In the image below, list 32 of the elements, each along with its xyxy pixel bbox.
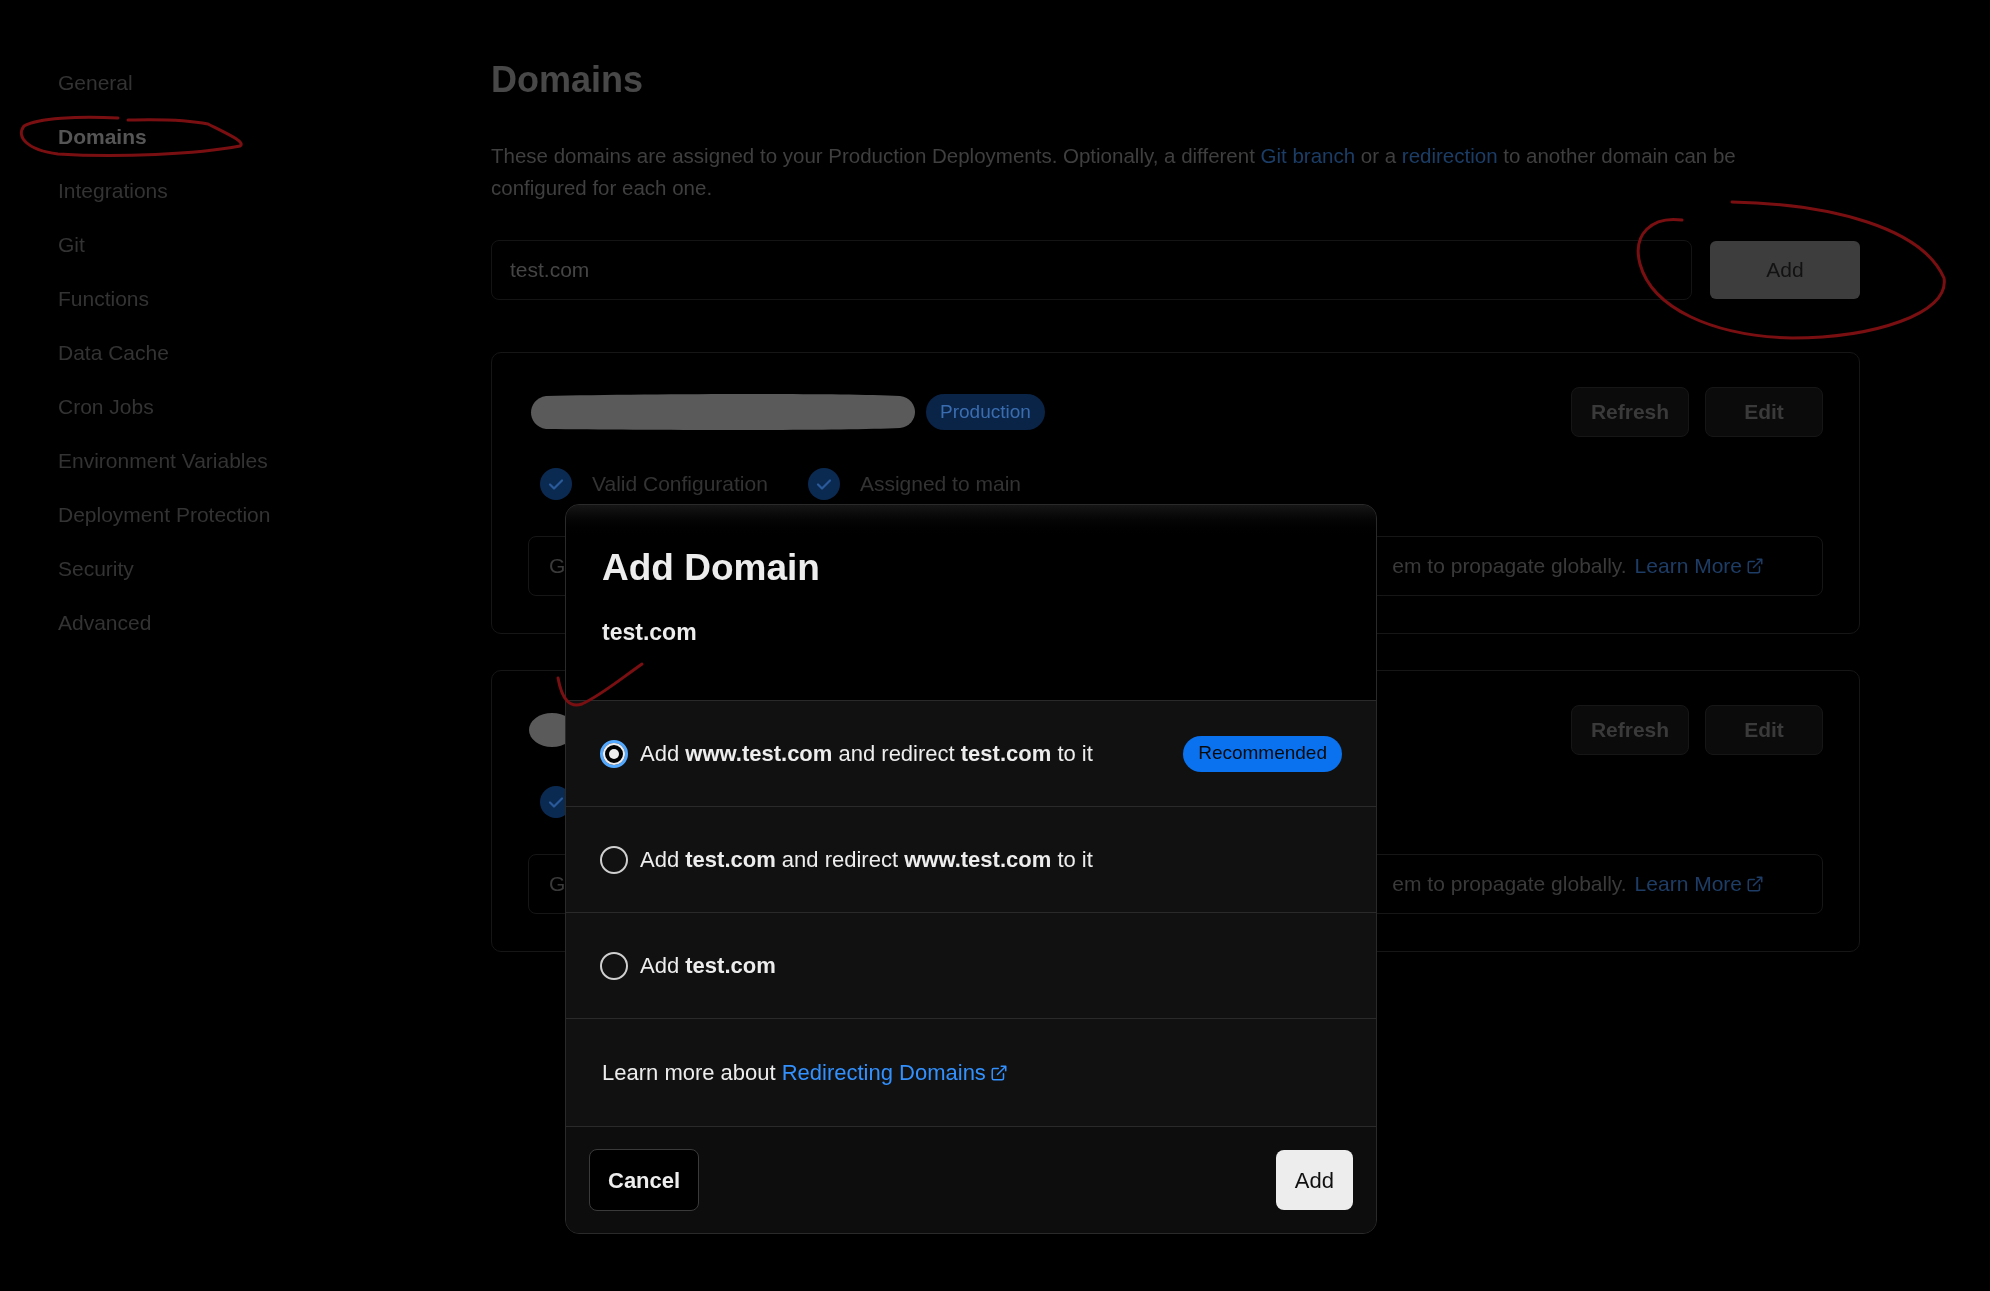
external-link-icon [1746,557,1764,575]
dialog-domain: test.com [602,618,697,647]
redirect-option[interactable]: Add test.com [566,913,1376,1019]
redirect-option[interactable]: Add test.com and redirect www.test.com to it [566,807,1376,913]
add-button[interactable]: Add [1275,1150,1353,1210]
redirect-option[interactable]: Add www.test.com and redirect test.com to it Recommended [566,701,1376,807]
text-link[interactable]: Git branch [1260,144,1356,167]
radio-button[interactable] [600,739,628,768]
learn-more-link[interactable]: Learn More [1634,550,1764,582]
dialog-title: Add Domain [602,546,820,590]
learn-more-text: Learn more about [602,1059,776,1087]
external-link-icon [1746,875,1764,893]
note-text: G [549,553,566,580]
option-label: Add test.com and redirect www.test.com to it [640,846,1093,874]
note-text: G [549,871,566,898]
redirecting-domains-link[interactable]: Redirecting Domains [781,1056,1008,1089]
production-badge: Production [926,394,1045,430]
radio-button[interactable] [600,951,628,980]
learn-more-link[interactable]: Learn More [1634,868,1764,900]
cancel-button[interactable]: Cancel [589,1149,700,1211]
option-label: Add www.test.com and redirect test.com to it [640,740,1093,768]
domain-input[interactable]: test.com [491,240,1692,300]
recommended-badge: Recommended [1183,735,1342,772]
option-label: Add test.com [640,952,776,980]
note-text: em to propagate globally. [1392,871,1627,898]
external-link-icon [989,1063,1008,1082]
text-link[interactable]: redirection [1401,144,1498,167]
note-text: em to propagate globally. [1392,553,1627,580]
page-description: These domains are assigned to your Production Deployments. Optionally, a different Git branch or a redirection to another domain can be configured for each one. [491,143,1737,201]
sidebar-item[interactable]: Domains [58,110,147,164]
radio-button[interactable] [600,845,628,874]
page-title: Domains [491,58,645,102]
